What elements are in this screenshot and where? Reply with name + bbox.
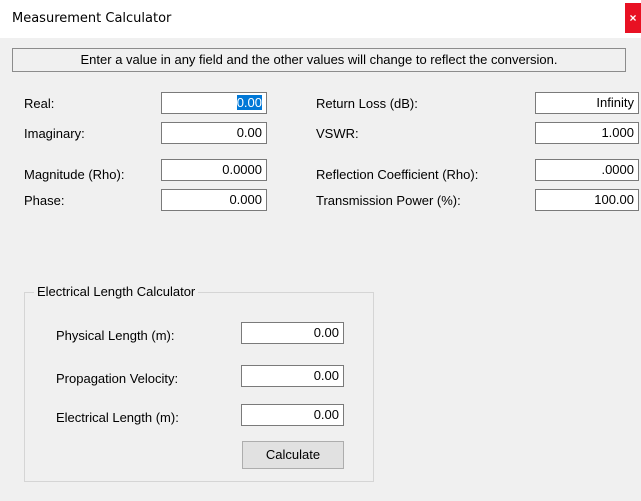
physical-length-input[interactable]: 0.00 bbox=[241, 322, 344, 344]
imaginary-input[interactable]: 0.00 bbox=[161, 122, 267, 144]
close-button[interactable]: × bbox=[625, 3, 641, 33]
electrical-length-input[interactable]: 0.00 bbox=[241, 404, 344, 426]
calculate-button[interactable]: Calculate bbox=[242, 441, 344, 469]
propagation-velocity-input[interactable]: 0.00 bbox=[241, 365, 344, 387]
vswr-label: VSWR: bbox=[316, 126, 359, 141]
close-icon: × bbox=[629, 11, 637, 25]
magnitude-input[interactable]: 0.0000 bbox=[161, 159, 267, 181]
transmission-power-label: Transmission Power (%): bbox=[316, 193, 461, 208]
return-loss-label: Return Loss (dB): bbox=[316, 96, 418, 111]
electrical-length-group-title: Electrical Length Calculator bbox=[34, 284, 199, 299]
real-input-value: 0.00 bbox=[236, 95, 262, 110]
title-bar: Measurement Calculator × bbox=[0, 0, 641, 38]
vswr-input[interactable]: 1.000 bbox=[535, 122, 639, 144]
electrical-length-label: Electrical Length (m): bbox=[56, 410, 179, 425]
instruction-banner: Enter a value in any field and the other… bbox=[12, 48, 626, 72]
propagation-velocity-label: Propagation Velocity: bbox=[56, 371, 179, 386]
magnitude-label: Magnitude (Rho): bbox=[24, 167, 125, 182]
return-loss-input[interactable]: Infinity bbox=[535, 92, 639, 114]
reflection-coefficient-label: Reflection Coefficient (Rho): bbox=[316, 167, 479, 182]
reflection-coefficient-input[interactable]: .0000 bbox=[535, 159, 639, 181]
phase-label: Phase: bbox=[24, 193, 65, 208]
physical-length-label: Physical Length (m): bbox=[56, 328, 175, 343]
phase-input[interactable]: 0.000 bbox=[161, 189, 267, 211]
window-title: Measurement Calculator bbox=[12, 11, 172, 26]
real-input[interactable]: 0.00 bbox=[161, 92, 267, 114]
imaginary-label: Imaginary: bbox=[24, 126, 85, 141]
real-label: Real: bbox=[24, 96, 55, 111]
transmission-power-input[interactable]: 100.00 bbox=[535, 189, 639, 211]
